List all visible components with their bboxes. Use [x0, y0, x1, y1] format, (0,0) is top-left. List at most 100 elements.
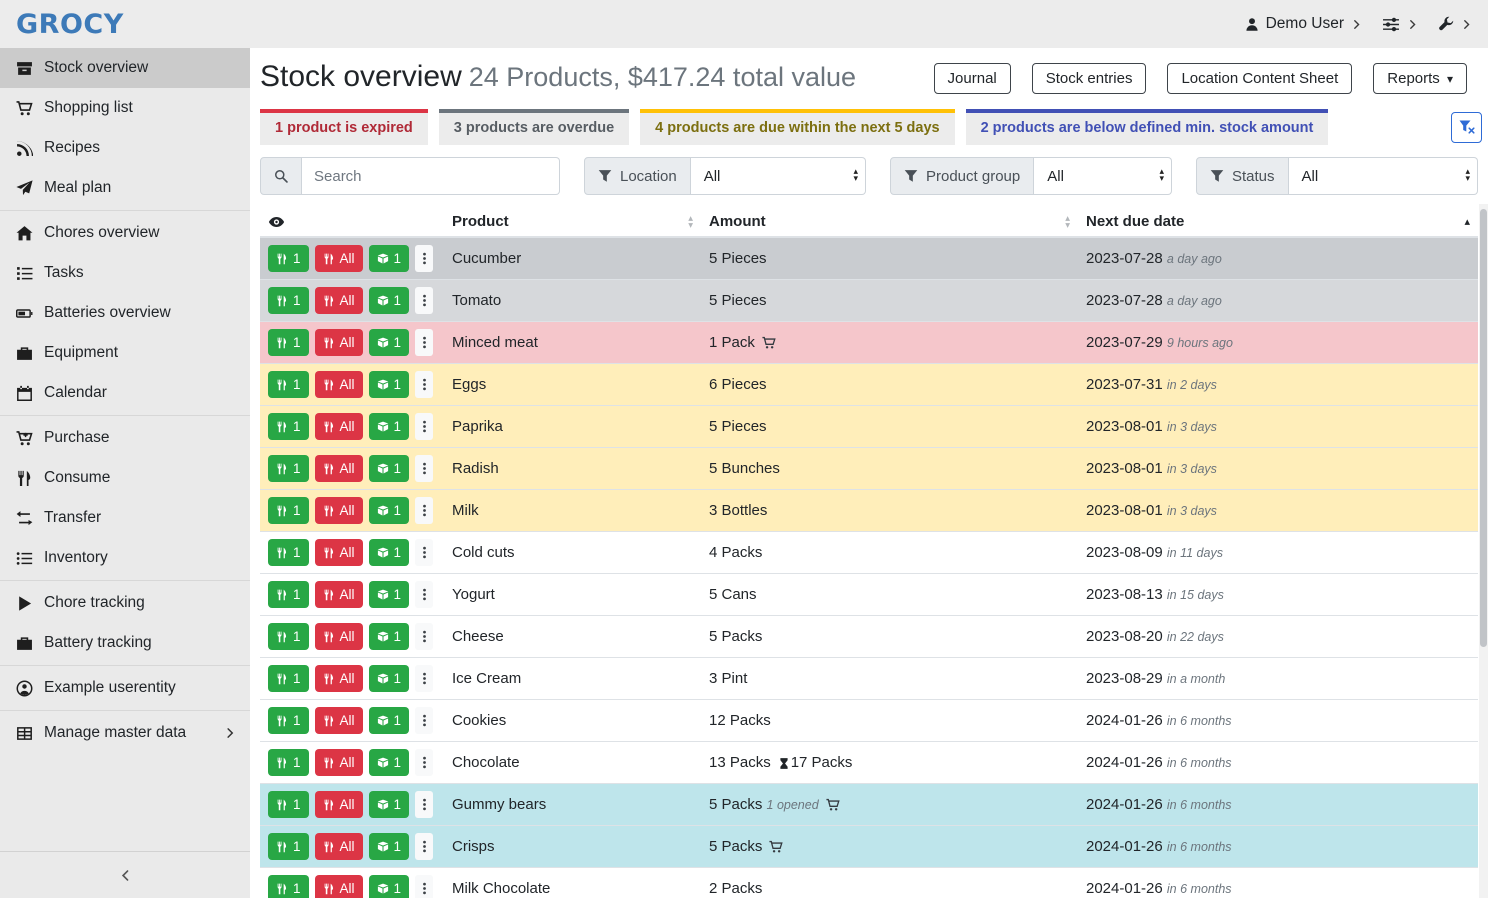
consume-one-button[interactable]: 1: [268, 455, 309, 482]
status-banner-below-min-stock[interactable]: 2 products are below defined min. stock …: [966, 109, 1329, 145]
eye-toggle-button[interactable]: [268, 214, 285, 230]
sidebar-item-recipes[interactable]: Recipes: [0, 128, 250, 168]
reports-button[interactable]: Reports ▾: [1373, 63, 1467, 94]
consume-one-button[interactable]: 1: [268, 749, 309, 776]
consume-all-button[interactable]: All: [315, 539, 363, 566]
settings-menu[interactable]: [1382, 16, 1418, 33]
clear-filter-button[interactable]: [1451, 112, 1482, 143]
row-menu-button[interactable]: [415, 329, 433, 356]
open-one-button[interactable]: 1: [369, 623, 410, 650]
open-one-button[interactable]: 1: [369, 413, 410, 440]
consume-all-button[interactable]: All: [315, 413, 363, 440]
stock-row-tomato[interactable]: 1All1Tomato5 Pieces2023-07-28 a day ago: [260, 280, 1478, 322]
open-one-button[interactable]: 1: [369, 833, 410, 860]
col-header-product[interactable]: Product ▴▾: [444, 207, 701, 237]
consume-one-button[interactable]: 1: [268, 623, 309, 650]
consume-one-button[interactable]: 1: [268, 875, 309, 898]
consume-one-button[interactable]: 1: [268, 497, 309, 524]
row-menu-button[interactable]: [415, 749, 433, 776]
search-input[interactable]: [302, 157, 560, 195]
consume-one-button[interactable]: 1: [268, 413, 309, 440]
stock-row-chocolate[interactable]: 1All1Chocolate13 Packs17 Packs2024-01-26…: [260, 742, 1478, 784]
consume-one-button[interactable]: 1: [268, 329, 309, 356]
row-menu-button[interactable]: [415, 791, 433, 818]
stock-row-milk[interactable]: 1All1Milk3 Bottles2023-08-01 in 3 days: [260, 490, 1478, 532]
consume-one-button[interactable]: 1: [268, 245, 309, 272]
sidebar-item-chore-tracking[interactable]: Chore tracking: [0, 583, 250, 623]
consume-all-button[interactable]: All: [315, 245, 363, 272]
consume-one-button[interactable]: 1: [268, 707, 309, 734]
consume-one-button[interactable]: 1: [268, 287, 309, 314]
row-menu-button[interactable]: [415, 875, 433, 898]
sidebar-item-inventory[interactable]: Inventory: [0, 538, 250, 578]
consume-one-button[interactable]: 1: [268, 371, 309, 398]
stock-row-radish[interactable]: 1All1Radish5 Bunches2023-08-01 in 3 days: [260, 448, 1478, 490]
open-one-button[interactable]: 1: [369, 455, 410, 482]
row-menu-button[interactable]: [415, 581, 433, 608]
consume-all-button[interactable]: All: [315, 623, 363, 650]
stock-row-yogurt[interactable]: 1All1Yogurt5 Cans2023-08-13 in 15 days: [260, 574, 1478, 616]
consume-all-button[interactable]: All: [315, 833, 363, 860]
journal-button[interactable]: Journal: [934, 63, 1011, 94]
stock-row-paprika[interactable]: 1All1Paprika5 Pieces2023-08-01 in 3 days: [260, 406, 1478, 448]
consume-all-button[interactable]: All: [315, 749, 363, 776]
open-one-button[interactable]: 1: [369, 497, 410, 524]
consume-all-button[interactable]: All: [315, 875, 363, 898]
sidebar-item-consume[interactable]: Consume: [0, 458, 250, 498]
stock-row-cucumber[interactable]: 1All1Cucumber5 Pieces2023-07-28 a day ag…: [260, 237, 1478, 280]
open-one-button[interactable]: 1: [369, 287, 410, 314]
col-header-amount[interactable]: Amount ▴▾: [701, 207, 1078, 237]
col-header-next-due-date[interactable]: Next due date ▴: [1078, 207, 1478, 237]
consume-one-button[interactable]: 1: [268, 833, 309, 860]
row-menu-button[interactable]: [415, 833, 433, 860]
row-menu-button[interactable]: [415, 245, 433, 272]
sidebar-item-calendar[interactable]: Calendar: [0, 373, 250, 413]
scrollbar-track[interactable]: [1479, 204, 1488, 898]
row-menu-button[interactable]: [415, 371, 433, 398]
consume-all-button[interactable]: All: [315, 665, 363, 692]
sidebar-item-chores-overview[interactable]: Chores overview: [0, 213, 250, 253]
consume-all-button[interactable]: All: [315, 791, 363, 818]
sidebar-item-stock-overview[interactable]: Stock overview: [0, 48, 250, 88]
consume-all-button[interactable]: All: [315, 707, 363, 734]
row-menu-button[interactable]: [415, 665, 433, 692]
stock-row-crisps[interactable]: 1All1Crisps5 Packs2024-01-26 in 6 months: [260, 826, 1478, 868]
stock-row-cold-cuts[interactable]: 1All1Cold cuts4 Packs2023-08-09 in 11 da…: [260, 532, 1478, 574]
stock-row-minced-meat[interactable]: 1All1Minced meat1 Pack2023-07-29 9 hours…: [260, 322, 1478, 364]
consume-all-button[interactable]: All: [315, 581, 363, 608]
consume-all-button[interactable]: All: [315, 329, 363, 356]
consume-all-button[interactable]: All: [315, 287, 363, 314]
row-menu-button[interactable]: [415, 455, 433, 482]
consume-all-button[interactable]: All: [315, 497, 363, 524]
sidebar-item-meal-plan[interactable]: Meal plan: [0, 168, 250, 208]
sidebar-item-batteries-overview[interactable]: Batteries overview: [0, 293, 250, 333]
stock-row-cookies[interactable]: 1All1Cookies12 Packs2024-01-26 in 6 mont…: [260, 700, 1478, 742]
status-select[interactable]: All▴▾: [1289, 157, 1478, 195]
sidebar-item-manage-master-data[interactable]: Manage master data: [0, 713, 250, 753]
open-one-button[interactable]: 1: [369, 875, 410, 898]
open-one-button[interactable]: 1: [369, 329, 410, 356]
open-one-button[interactable]: 1: [369, 665, 410, 692]
scrollbar-thumb[interactable]: [1480, 209, 1487, 647]
stock-row-milk-chocolate[interactable]: 1All1Milk Chocolate2 Packs2024-01-26 in …: [260, 868, 1478, 898]
location-content-sheet-button[interactable]: Location Content Sheet: [1167, 63, 1352, 94]
open-one-button[interactable]: 1: [369, 749, 410, 776]
status-banner-expired[interactable]: 1 product is expired: [260, 109, 428, 145]
stock-row-cheese[interactable]: 1All1Cheese5 Packs2023-08-20 in 22 days: [260, 616, 1478, 658]
row-menu-button[interactable]: [415, 287, 433, 314]
row-menu-button[interactable]: [415, 413, 433, 440]
sidebar-item-tasks[interactable]: Tasks: [0, 253, 250, 293]
row-menu-button[interactable]: [415, 539, 433, 566]
sidebar-item-equipment[interactable]: Equipment: [0, 333, 250, 373]
stock-entries-button[interactable]: Stock entries: [1032, 63, 1147, 94]
sidebar-item-purchase[interactable]: Purchase: [0, 418, 250, 458]
consume-one-button[interactable]: 1: [268, 791, 309, 818]
stock-row-gummy-bears[interactable]: 1All1Gummy bears5 Packs 1 opened2024-01-…: [260, 784, 1478, 826]
sidebar-item-transfer[interactable]: Transfer: [0, 498, 250, 538]
row-menu-button[interactable]: [415, 497, 433, 524]
consume-one-button[interactable]: 1: [268, 539, 309, 566]
sidebar-item-example-userentity[interactable]: Example userentity: [0, 668, 250, 708]
row-menu-button[interactable]: [415, 623, 433, 650]
sidebar-item-shopping-list[interactable]: Shopping list: [0, 88, 250, 128]
open-one-button[interactable]: 1: [369, 539, 410, 566]
